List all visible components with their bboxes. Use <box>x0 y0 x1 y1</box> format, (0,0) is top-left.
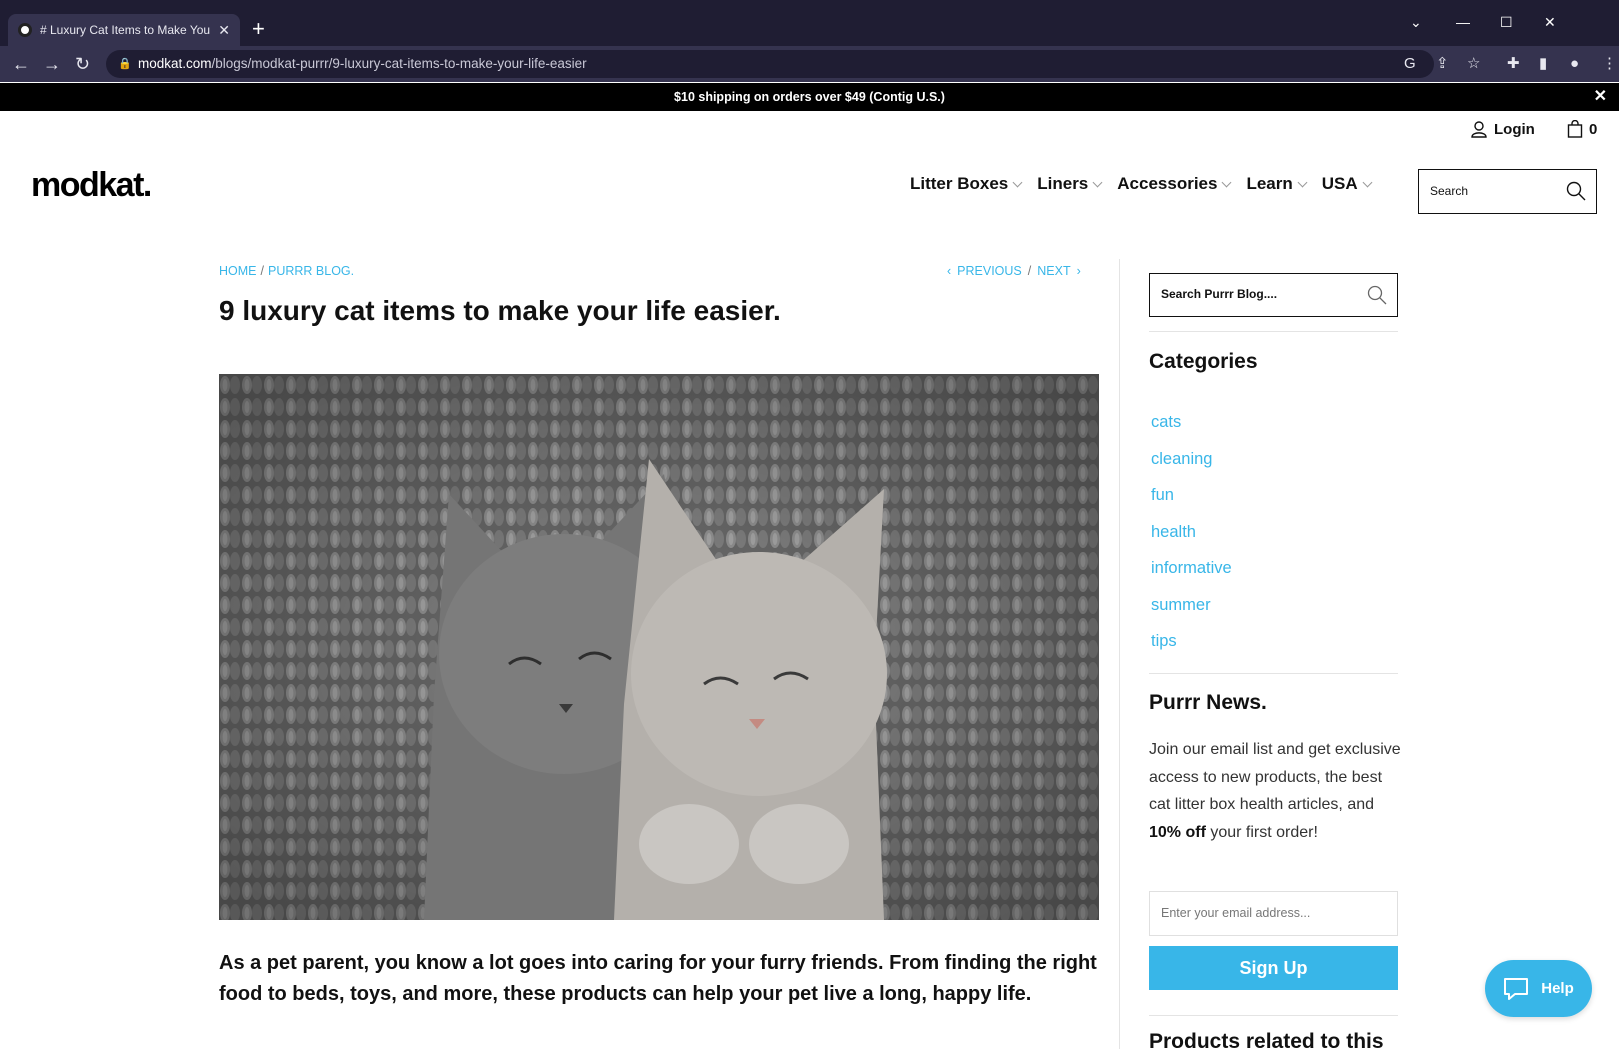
category-list: cats cleaning fun health informative sum… <box>1151 410 1232 666</box>
announcement-bar: $10 shipping on orders over $49 (Contig … <box>0 83 1619 111</box>
profile-icon[interactable]: ● <box>1570 52 1579 76</box>
close-tab-icon[interactable]: ✕ <box>218 22 230 39</box>
nav-label: Learn <box>1246 174 1293 193</box>
tab-search-icon[interactable]: ⌄ <box>1410 12 1422 32</box>
browser-tab[interactable]: # Luxury Cat Items to Make Your ✕ <box>8 14 240 46</box>
nav-item-learn[interactable]: Learn <box>1246 174 1308 194</box>
category-link[interactable]: informative <box>1151 556 1232 593</box>
sign-up-button[interactable]: Sign Up <box>1149 946 1398 990</box>
sidebar-divider-line <box>1149 1015 1398 1016</box>
nav-label: Accessories <box>1117 174 1218 193</box>
bookmark-star-icon[interactable]: ☆ <box>1467 52 1480 76</box>
close-announcement-icon[interactable]: ✕ <box>1594 83 1607 111</box>
tab-strip: # Luxury Cat Items to Make Your ✕ + ⌄ — … <box>0 0 1619 46</box>
nav-label: Liners <box>1037 174 1089 193</box>
url-path: /blogs/modkat-purrr/9-luxury-cat-items-t… <box>211 56 587 71</box>
previous-link[interactable]: PREVIOUS <box>957 264 1022 278</box>
email-placeholder: Enter your email address... <box>1161 906 1311 920</box>
newsletter-heading: Purrr News. <box>1149 691 1267 714</box>
site-logo[interactable]: modkat. <box>31 166 152 205</box>
nav-item-usa[interactable]: USA <box>1321 174 1373 194</box>
hero-image <box>219 374 1099 920</box>
address-bar[interactable]: 🔒 modkat.com/blogs/modkat-purrr/9-luxury-… <box>106 50 1434 78</box>
email-field[interactable]: Enter your email address... <box>1149 891 1398 936</box>
nav-item-liners[interactable]: Liners <box>1037 174 1103 194</box>
related-products-heading: Products related to this <box>1149 1030 1384 1053</box>
search-icon[interactable] <box>1566 181 1586 201</box>
newsletter-text-part: Join our email list and get exclusive ac… <box>1149 741 1401 813</box>
login-link[interactable]: Login <box>1470 120 1535 138</box>
minimize-icon[interactable]: — <box>1456 12 1470 32</box>
side-panel-icon[interactable]: ▮ <box>1539 52 1547 76</box>
close-window-icon[interactable]: ✕ <box>1544 12 1556 32</box>
url-host: modkat.com <box>138 56 212 71</box>
menu-icon[interactable]: ⋮ <box>1602 52 1617 76</box>
sidebar-divider-line <box>1149 331 1398 332</box>
header-search-input[interactable]: Search <box>1418 169 1597 214</box>
nav-label: USA <box>1321 174 1358 193</box>
user-icon <box>1471 121 1487 138</box>
header-search-placeholder: Search <box>1430 184 1469 198</box>
blog-search-placeholder: Search Purrr Blog.... <box>1161 287 1278 301</box>
help-button[interactable]: Help <box>1485 960 1592 1017</box>
main-nav: Litter Boxes Liners Accessories Learn US… <box>910 174 1373 194</box>
sidebar-divider-line <box>1149 673 1398 674</box>
nav-label: Litter Boxes <box>910 174 1009 193</box>
sidebar-divider <box>1119 259 1120 1049</box>
category-link[interactable]: fun <box>1151 483 1232 520</box>
chevron-down-icon <box>1222 177 1232 187</box>
extensions-icon[interactable]: ✚ <box>1507 52 1520 76</box>
announcement-text: $10 shipping on orders over $49 (Contig … <box>674 90 945 104</box>
nav-item-accessories[interactable]: Accessories <box>1117 174 1232 194</box>
reload-icon[interactable]: ↻ <box>75 52 90 76</box>
newsletter-discount: 10% off <box>1149 823 1206 841</box>
categories-heading: Categories <box>1149 350 1258 373</box>
chevron-down-icon <box>1012 177 1023 187</box>
chevron-down-icon <box>1092 177 1103 187</box>
browser-window: # Luxury Cat Items to Make Your ✕ + ⌄ — … <box>0 0 1619 1057</box>
newsletter-text: Join our email list and get exclusive ac… <box>1149 736 1401 846</box>
favicon-icon <box>18 23 32 37</box>
chat-bubble-icon <box>1504 977 1529 1000</box>
article-title: 9 luxury cat items to make your life eas… <box>219 295 781 326</box>
forward-icon[interactable]: → <box>43 52 61 76</box>
breadcrumb-separator: / <box>260 264 264 278</box>
maximize-icon[interactable]: ☐ <box>1500 12 1513 32</box>
chevron-down-icon <box>1362 177 1373 187</box>
tab-title: # Luxury Cat Items to Make Your <box>40 23 211 37</box>
browser-toolbar: ← → ↻ 🔒 modkat.com/blogs/modkat-purrr/9-l… <box>0 46 1619 82</box>
new-tab-icon[interactable]: + <box>252 16 265 42</box>
blog-search-input[interactable]: Search Purrr Blog.... <box>1149 273 1398 317</box>
nav-item-litter-boxes[interactable]: Litter Boxes <box>910 174 1023 194</box>
help-label: Help <box>1541 980 1574 997</box>
chevron-left-icon: ‹ <box>947 264 952 278</box>
newsletter-text-part: your first order! <box>1205 823 1318 841</box>
cart-icon <box>1567 120 1583 138</box>
category-link[interactable]: health <box>1151 520 1232 557</box>
share-icon[interactable]: ⇪ <box>1436 52 1449 76</box>
cart-link[interactable]: 0 <box>1567 120 1597 138</box>
category-link[interactable]: cats <box>1151 410 1232 447</box>
category-link[interactable]: cleaning <box>1151 447 1232 484</box>
breadcrumb-blog[interactable]: PURRR BLOG. <box>268 264 354 278</box>
cart-count: 0 <box>1589 120 1598 138</box>
search-icon[interactable] <box>1367 285 1387 305</box>
lock-icon: 🔒 <box>118 58 132 70</box>
login-label: Login <box>1494 120 1535 138</box>
post-pager: ‹ PREVIOUS / NEXT › <box>947 264 1081 278</box>
next-link[interactable]: NEXT <box>1037 264 1070 278</box>
category-link[interactable]: tips <box>1151 629 1232 666</box>
chevron-right-icon: › <box>1076 264 1081 278</box>
back-icon[interactable]: ← <box>12 52 30 76</box>
breadcrumb-home[interactable]: HOME <box>219 264 257 278</box>
pager-separator: / <box>1027 264 1032 278</box>
chevron-down-icon <box>1297 177 1308 187</box>
category-link[interactable]: summer <box>1151 593 1232 630</box>
google-icon[interactable]: G <box>1404 52 1416 76</box>
breadcrumb: HOME / PURRR BLOG. <box>219 264 354 278</box>
article-lead: As a pet parent, you know a lot goes int… <box>219 952 1097 1005</box>
